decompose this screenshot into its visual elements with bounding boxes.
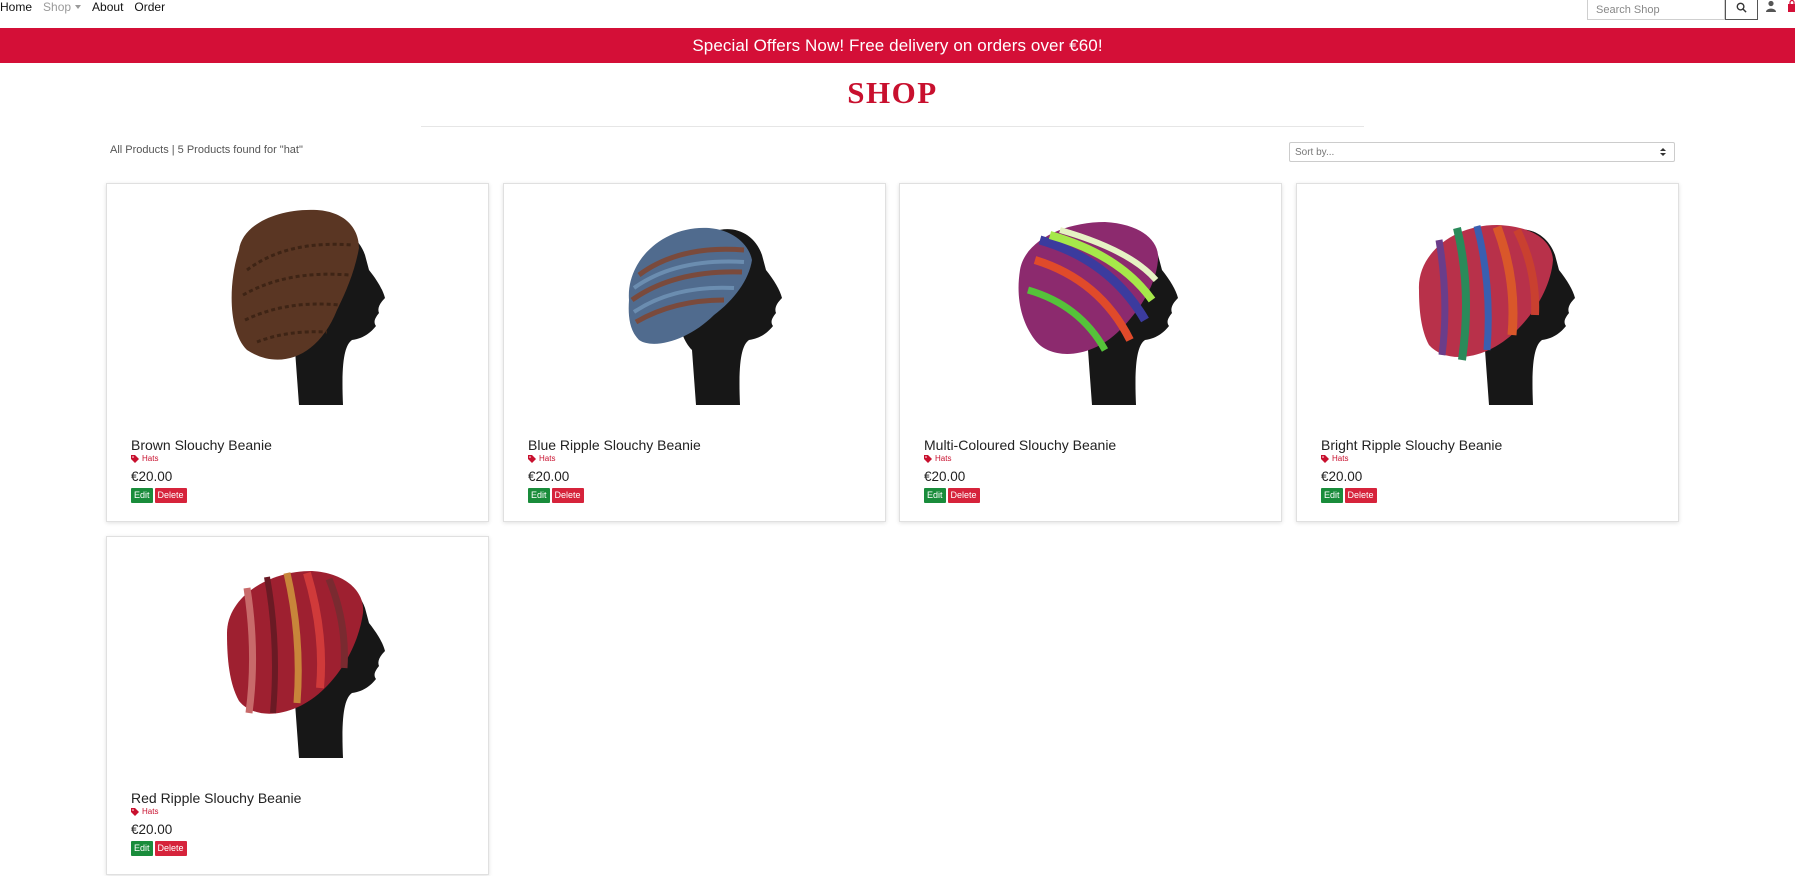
tag-icon [1321, 454, 1329, 463]
product-category-label: Hats [935, 454, 952, 463]
sort-select-label: Sort by... [1295, 147, 1335, 158]
search-button[interactable] [1725, 0, 1758, 20]
delete-button[interactable]: Delete [551, 488, 584, 503]
nav-shop-dropdown[interactable]: Shop [43, 0, 82, 14]
product-category-label: Hats [1332, 454, 1349, 463]
product-price: €20.00 [924, 469, 966, 484]
product-price: €20.00 [1321, 469, 1363, 484]
product-category[interactable]: Hats [924, 454, 951, 463]
product-admin-actions: Edit Delete [924, 488, 980, 503]
product-image-multicoloured-beanie[interactable] [980, 200, 1200, 405]
edit-button[interactable]: Edit [528, 488, 550, 503]
caret-down-icon [75, 4, 82, 9]
product-image-brown-beanie[interactable] [187, 200, 407, 405]
product-card[interactable]: Multi-Coloured Slouchy Beanie Hats €20.0… [899, 183, 1282, 522]
product-admin-actions: Edit Delete [528, 488, 584, 503]
promo-banner: Special Offers Now! Free delivery on ord… [0, 28, 1795, 63]
product-image-red-ripple-beanie[interactable] [187, 553, 407, 758]
tag-icon [924, 454, 932, 463]
nav-shop-label: Shop [43, 0, 72, 14]
product-category-label: Hats [142, 454, 159, 463]
product-price: €20.00 [131, 822, 173, 837]
search-icon [1736, 2, 1747, 13]
delete-button[interactable]: Delete [154, 841, 187, 856]
nav-about-link[interactable]: About [92, 0, 123, 14]
top-navbar: Home Shop About Order Search Shop [0, 0, 1795, 28]
page-title: SHOP [847, 75, 938, 110]
product-category-label: Hats [539, 454, 556, 463]
product-name[interactable]: Red Ripple Slouchy Beanie [131, 790, 301, 806]
product-name[interactable]: Brown Slouchy Beanie [131, 437, 272, 453]
product-name[interactable]: Multi-Coloured Slouchy Beanie [924, 437, 1116, 453]
product-category[interactable]: Hats [131, 454, 158, 463]
edit-button[interactable]: Edit [924, 488, 946, 503]
product-image-bright-ripple-beanie[interactable] [1377, 200, 1597, 405]
promo-banner-text: Special Offers Now! Free delivery on ord… [692, 35, 1103, 55]
product-card[interactable]: Bright Ripple Slouchy Beanie Hats €20.00… [1296, 183, 1679, 522]
tag-icon [131, 454, 139, 463]
user-icon[interactable] [1765, 0, 1777, 12]
delete-button[interactable]: Delete [947, 488, 980, 503]
product-name[interactable]: Bright Ripple Slouchy Beanie [1321, 437, 1502, 453]
delete-button[interactable]: Delete [1344, 488, 1377, 503]
search-input[interactable]: Search Shop [1587, 0, 1725, 20]
product-admin-actions: Edit Delete [131, 488, 187, 503]
edit-button[interactable]: Edit [1321, 488, 1343, 503]
results-count-text: | 5 Products found for "hat" [168, 144, 303, 156]
results-summary: All Products | 5 Products found for "hat… [110, 144, 303, 156]
nav-order-link[interactable]: Order [134, 0, 165, 14]
shopping-bag-icon[interactable] [1787, 0, 1795, 12]
nav-links: Home Shop About Order [0, 0, 165, 14]
product-card[interactable]: Blue Ripple Slouchy Beanie Hats €20.00 E… [503, 183, 886, 522]
tag-icon [528, 454, 536, 463]
edit-button[interactable]: Edit [131, 841, 153, 856]
product-card[interactable]: Red Ripple Slouchy Beanie Hats €20.00 Ed… [106, 536, 489, 875]
product-name[interactable]: Blue Ripple Slouchy Beanie [528, 437, 701, 453]
product-admin-actions: Edit Delete [1321, 488, 1377, 503]
product-category[interactable]: Hats [1321, 454, 1348, 463]
product-category[interactable]: Hats [131, 807, 158, 816]
product-price: €20.00 [528, 469, 570, 484]
sort-arrows-icon [1660, 148, 1666, 156]
delete-button[interactable]: Delete [154, 488, 187, 503]
all-products-link[interactable]: All Products [110, 144, 169, 156]
product-image-blue-beanie[interactable] [584, 200, 804, 405]
nav-home-link[interactable]: Home [0, 0, 32, 14]
sort-select[interactable]: Sort by... [1289, 142, 1675, 162]
product-admin-actions: Edit Delete [131, 841, 187, 856]
product-category[interactable]: Hats [528, 454, 555, 463]
title-divider [421, 126, 1364, 127]
product-price: €20.00 [131, 469, 173, 484]
product-card[interactable]: Brown Slouchy Beanie Hats €20.00 Edit De… [106, 183, 489, 522]
edit-button[interactable]: Edit [131, 488, 153, 503]
product-category-label: Hats [142, 807, 159, 816]
tag-icon [131, 807, 139, 816]
